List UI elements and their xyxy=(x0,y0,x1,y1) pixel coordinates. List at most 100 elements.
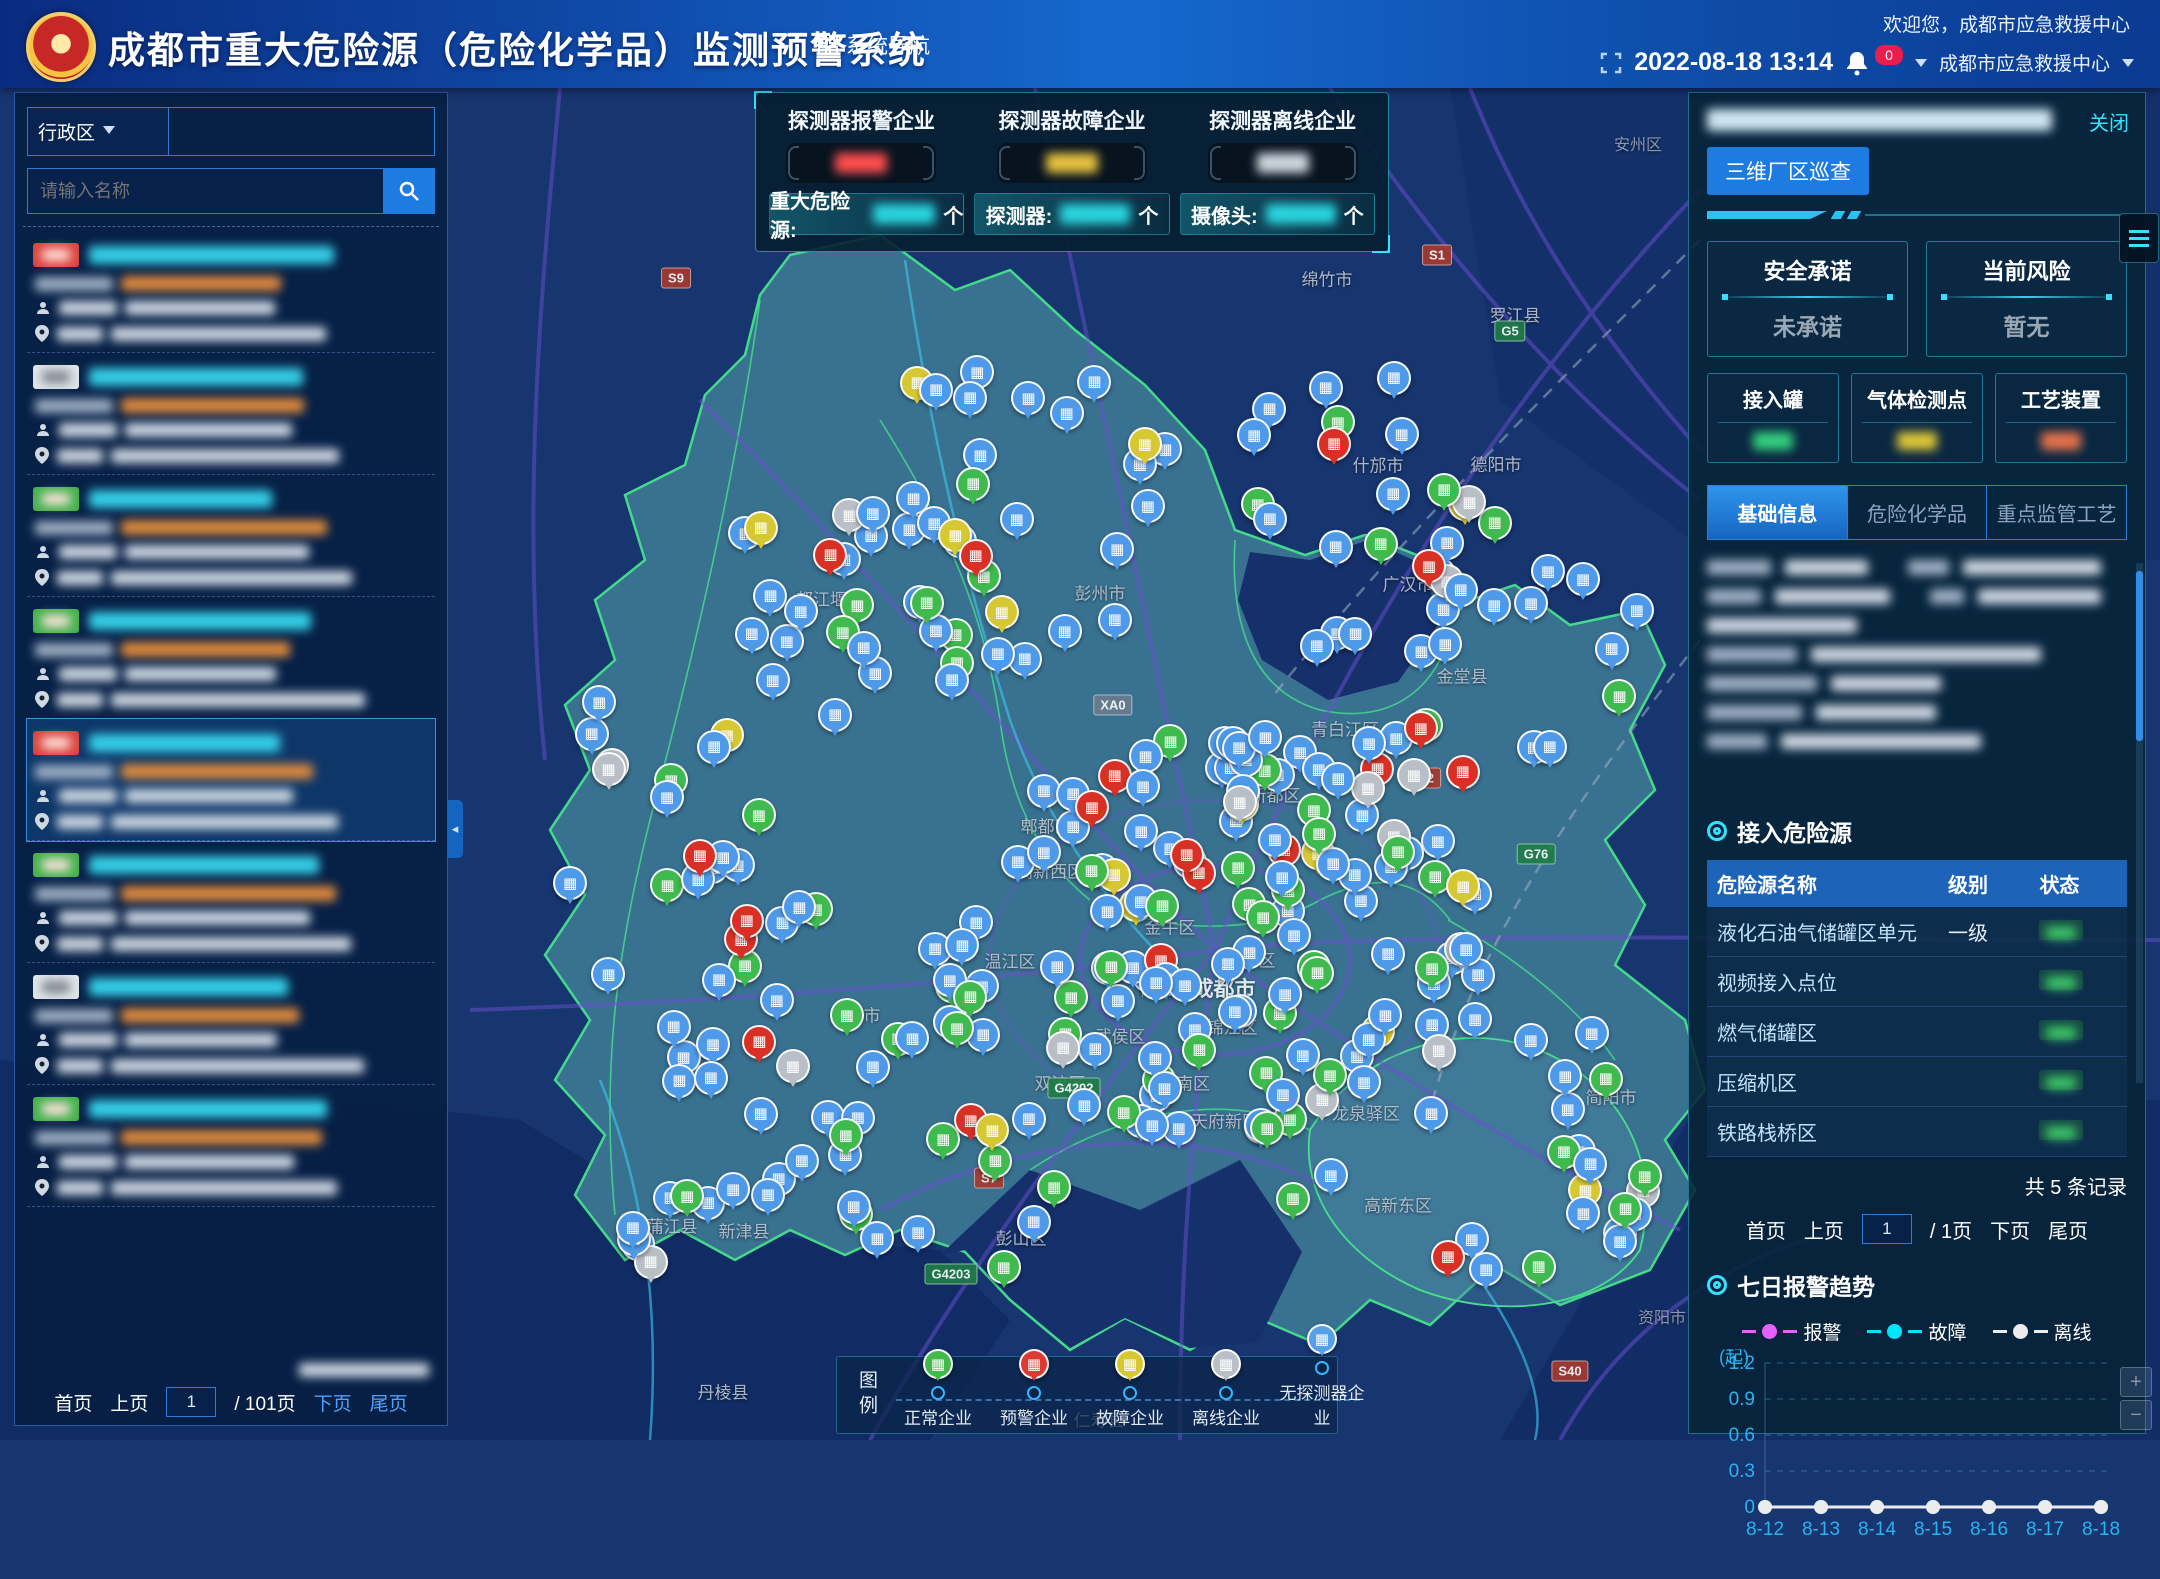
enterprise-map-pin[interactable]: ▦ xyxy=(1145,889,1179,923)
chevron-down-icon[interactable] xyxy=(2122,59,2134,73)
enterprise-map-pin[interactable]: ▦ xyxy=(1404,711,1438,745)
enterprise-map-pin[interactable]: ▦ xyxy=(744,511,778,545)
enterprise-map-pin[interactable]: ▦ xyxy=(847,631,881,665)
enterprise-map-pin[interactable]: ▦ xyxy=(1347,1065,1381,1099)
enterprise-map-pin[interactable]: ▦ xyxy=(1148,1071,1182,1105)
enterprise-map-pin[interactable]: ▦ xyxy=(1608,1192,1642,1226)
enterprise-map-pin[interactable]: ▦ xyxy=(1048,614,1082,648)
next-page-button[interactable]: 下页 xyxy=(314,1389,352,1416)
list-item[interactable] xyxy=(27,353,435,475)
prev-page-button[interactable]: 上页 xyxy=(110,1389,148,1416)
list-item[interactable] xyxy=(27,597,435,719)
enterprise-map-pin[interactable]: ▦ xyxy=(1531,554,1565,588)
enterprise-map-pin[interactable]: ▦ xyxy=(1000,502,1034,536)
enterprise-map-pin[interactable]: ▦ xyxy=(1427,473,1461,507)
tab-2[interactable]: 危险化学品 xyxy=(1848,486,1988,539)
prev-page-button[interactable]: 上页 xyxy=(1804,1215,1844,1244)
enterprise-map-pin[interactable]: ▦ xyxy=(1300,629,1334,663)
enterprise-map-pin[interactable]: ▦ xyxy=(1170,838,1204,872)
enterprise-map-pin[interactable]: ▦ xyxy=(1223,785,1257,819)
enterprise-map-pin[interactable]: ▦ xyxy=(1012,1102,1046,1136)
enterprise-map-pin[interactable]: ▦ xyxy=(1011,381,1045,415)
enterprise-map-pin[interactable]: ▦ xyxy=(1428,627,1462,661)
panel-expand-button[interactable] xyxy=(2119,213,2159,263)
enterprise-map-pin[interactable]: ▦ xyxy=(784,594,818,628)
enterprise-map-pin[interactable]: ▦ xyxy=(751,1178,785,1212)
chevron-down-icon[interactable] xyxy=(1915,59,1927,73)
sidebar-collapse-button[interactable]: ◂ xyxy=(447,800,463,858)
enterprise-map-pin[interactable]: ▦ xyxy=(1575,1016,1609,1050)
list-item[interactable] xyxy=(27,719,435,841)
enterprise-map-pin[interactable]: ▦ xyxy=(1248,720,1282,754)
table-row[interactable]: 液化石油气储罐区单元一级 xyxy=(1707,907,2127,957)
legend-item-故障[interactable]: 故障 xyxy=(1867,1318,1966,1345)
enterprise-map-pin[interactable]: ▦ xyxy=(1314,1158,1348,1192)
page-input[interactable] xyxy=(166,1387,216,1417)
enterprise-map-pin[interactable]: ▦ xyxy=(1078,1032,1112,1066)
enterprise-map-pin[interactable]: ▦ xyxy=(945,928,979,962)
region-select[interactable]: 行政区 xyxy=(28,108,169,155)
enterprise-map-pin[interactable]: ▦ xyxy=(1266,1078,1300,1112)
enterprise-map-pin[interactable]: ▦ xyxy=(1286,1038,1320,1072)
enterprise-map-pin[interactable]: ▦ xyxy=(1364,527,1398,561)
enterprise-map-pin[interactable]: ▦ xyxy=(742,798,776,832)
enterprise-map-pin[interactable]: ▦ xyxy=(1595,632,1629,666)
list-item[interactable] xyxy=(27,841,435,963)
enterprise-map-pin[interactable]: ▦ xyxy=(1276,1182,1310,1216)
list-item[interactable] xyxy=(27,475,435,597)
enterprise-map-pin[interactable]: ▦ xyxy=(956,467,990,501)
table-row[interactable]: 视频接入点位 xyxy=(1707,957,2127,1007)
enterprise-map-pin[interactable]: ▦ xyxy=(1139,966,1173,1000)
enterprise-map-pin[interactable]: ▦ xyxy=(776,1049,810,1083)
enterprise-map-pin[interactable]: ▦ xyxy=(1421,824,1455,858)
enterprise-map-pin[interactable]: ▦ xyxy=(1412,549,1446,583)
enterprise-map-pin[interactable]: ▦ xyxy=(1037,1170,1071,1204)
enterprise-map-pin[interactable]: ▦ xyxy=(1067,1088,1101,1122)
enterprise-map-pin[interactable]: ▦ xyxy=(860,1221,894,1255)
enterprise-map-pin[interactable]: ▦ xyxy=(1522,1250,1556,1284)
enterprise-map-pin[interactable]: ▦ xyxy=(1458,1002,1492,1036)
enterprise-map-pin[interactable]: ▦ xyxy=(1277,918,1311,952)
org-dropdown[interactable]: 成都市应急救援中心 xyxy=(1939,49,2110,76)
enterprise-map-pin[interactable]: ▦ xyxy=(1221,851,1255,885)
list-item[interactable] xyxy=(27,1085,435,1207)
enterprise-map-pin[interactable]: ▦ xyxy=(1628,1159,1662,1193)
enterprise-map-pin[interactable]: ▦ xyxy=(702,963,736,997)
enterprise-map-pin[interactable]: ▦ xyxy=(744,1097,778,1131)
enterprise-map-pin[interactable]: ▦ xyxy=(837,1190,871,1224)
enterprise-map-pin[interactable]: ▦ xyxy=(657,1010,691,1044)
enterprise-map-pin[interactable]: ▦ xyxy=(818,698,852,732)
enterprise-map-pin[interactable]: ▦ xyxy=(1431,1240,1465,1274)
close-button[interactable]: 关闭 xyxy=(2089,107,2129,136)
enterprise-map-pin[interactable]: ▦ xyxy=(1317,427,1351,461)
enterprise-map-pin[interactable]: ▦ xyxy=(616,1211,650,1245)
enterprise-map-pin[interactable]: ▦ xyxy=(1422,1034,1456,1068)
enterprise-map-pin[interactable]: ▦ xyxy=(742,1025,776,1059)
enterprise-map-pin[interactable]: ▦ xyxy=(1620,593,1654,627)
scrollbar-track[interactable] xyxy=(2136,563,2143,1083)
table-row[interactable]: 压缩机区 xyxy=(1707,1057,2127,1107)
enterprise-map-pin[interactable]: ▦ xyxy=(1265,860,1299,894)
enterprise-map-pin[interactable]: ▦ xyxy=(1321,762,1355,796)
enterprise-map-pin[interactable]: ▦ xyxy=(1268,977,1302,1011)
enterprise-map-pin[interactable]: ▦ xyxy=(1397,758,1431,792)
enterprise-map-pin[interactable]: ▦ xyxy=(856,496,890,530)
enterprise-map-pin[interactable]: ▦ xyxy=(1258,823,1292,857)
enterprise-map-pin[interactable]: ▦ xyxy=(1182,1033,1216,1067)
enterprise-map-pin[interactable]: ▦ xyxy=(662,1064,696,1098)
enterprise-map-pin[interactable]: ▦ xyxy=(1371,937,1405,971)
enterprise-map-pin[interactable]: ▦ xyxy=(1573,1147,1607,1181)
legend-item-报警[interactable]: 报警 xyxy=(1742,1318,1841,1345)
next-page-button[interactable]: 下页 xyxy=(1990,1215,2030,1244)
enterprise-map-pin[interactable]: ▦ xyxy=(650,868,684,902)
enterprise-map-pin[interactable]: ▦ xyxy=(1319,530,1353,564)
enterprise-map-pin[interactable]: ▦ xyxy=(981,637,1015,671)
enterprise-map-pin[interactable]: ▦ xyxy=(1368,998,1402,1032)
enterprise-map-pin[interactable]: ▦ xyxy=(1129,739,1163,773)
last-page-button[interactable]: 尾页 xyxy=(370,1389,408,1416)
enterprise-map-pin[interactable]: ▦ xyxy=(1309,371,1343,405)
enterprise-map-pin[interactable]: ▦ xyxy=(895,1021,929,1055)
enterprise-map-pin[interactable]: ▦ xyxy=(1469,1252,1503,1286)
enterprise-map-pin[interactable]: ▦ xyxy=(1566,562,1600,596)
enterprise-map-pin[interactable]: ▦ xyxy=(901,1215,935,1249)
